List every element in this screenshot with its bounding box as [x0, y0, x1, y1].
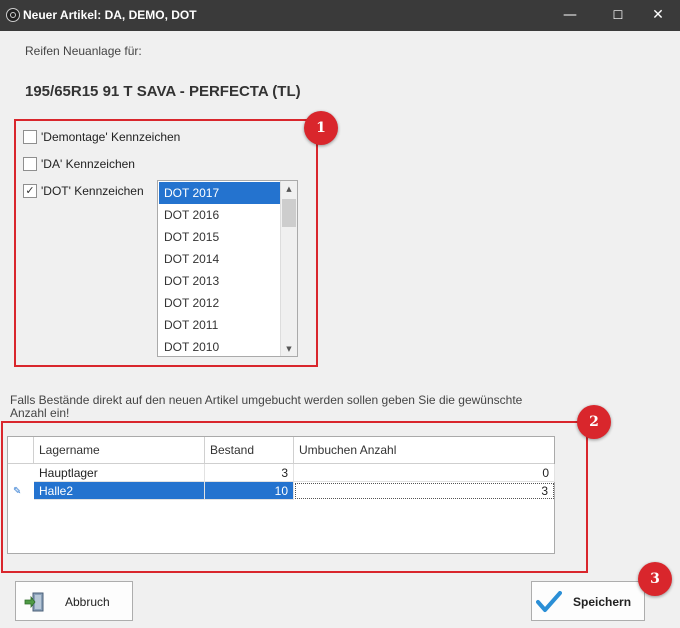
- checkmark-save-icon: [536, 591, 562, 612]
- minimize-button[interactable]: —: [548, 0, 592, 31]
- list-item[interactable]: DOT 2010: [159, 336, 282, 356]
- table-cell-bestand[interactable]: 3: [205, 464, 294, 482]
- checkbox-box[interactable]: [23, 156, 37, 171]
- badge-3: 3: [638, 562, 672, 596]
- checkbox-dot[interactable]: ✓ 'DOT' Kennzeichen: [23, 182, 144, 199]
- checkbox-label: 'DOT' Kennzeichen: [41, 183, 144, 198]
- close-button[interactable]: ✕: [636, 0, 680, 31]
- badge-1: 1: [304, 111, 338, 145]
- list-scrollbar[interactable]: ▲ ▼: [280, 181, 297, 356]
- badge-2: 2: [577, 405, 611, 439]
- table-cell-umbuchen[interactable]: 0: [294, 464, 555, 482]
- checkbox-box-checked[interactable]: ✓: [23, 183, 37, 198]
- title-bar: Neuer Artikel: DA, DEMO, DOT — ☐ ✕: [0, 0, 680, 31]
- checkmark-icon: ✓: [25, 183, 35, 197]
- list-item[interactable]: DOT 2017: [159, 182, 282, 204]
- column-header-bestand[interactable]: Bestand: [205, 437, 294, 464]
- app-icon: [6, 8, 20, 22]
- scroll-down-icon[interactable]: ▼: [281, 342, 297, 356]
- table-cell-name[interactable]: Hauptlager: [34, 464, 205, 482]
- cancel-button-label: Abbruch: [65, 595, 110, 609]
- list-item[interactable]: DOT 2014: [159, 248, 282, 270]
- column-header-lagername[interactable]: Lagername: [34, 437, 205, 464]
- window-title: Neuer Artikel: DA, DEMO, DOT: [23, 8, 197, 22]
- checkbox-box[interactable]: [23, 129, 37, 144]
- list-item[interactable]: DOT 2015: [159, 226, 282, 248]
- checkbox-da[interactable]: 'DA' Kennzeichen: [23, 155, 135, 172]
- subtitle-label: Reifen Neuanlage für:: [25, 44, 142, 58]
- pencil-icon: ✎: [13, 486, 22, 497]
- table-cell-bestand-selected[interactable]: 10: [205, 482, 294, 500]
- maximize-button[interactable]: ☐: [596, 0, 640, 31]
- list-item[interactable]: DOT 2012: [159, 292, 282, 314]
- save-button-label: Speichern: [573, 595, 632, 609]
- checkbox-demontage[interactable]: 'Demontage' Kennzeichen: [23, 128, 180, 145]
- row-indicator-header: [8, 437, 34, 464]
- umbuchen-edit-field[interactable]: 3: [295, 483, 554, 499]
- list-item[interactable]: DOT 2013: [159, 270, 282, 292]
- list-item[interactable]: DOT 2011: [159, 314, 282, 336]
- list-item[interactable]: DOT 2016: [159, 204, 282, 226]
- cancel-button[interactable]: Abbruch: [15, 581, 133, 621]
- info-text: Falls Bestände direkt auf den neuen Arti…: [10, 393, 523, 420]
- checkbox-label: 'Demontage' Kennzeichen: [41, 129, 181, 144]
- scrollbar-thumb[interactable]: [282, 199, 296, 227]
- save-button[interactable]: Speichern: [531, 581, 645, 621]
- scroll-up-icon[interactable]: ▲: [281, 182, 297, 196]
- dot-year-list[interactable]: DOT 2017 DOT 2016 DOT 2015 DOT 2014 DOT …: [157, 180, 298, 357]
- product-title: 195/65R15 91 T SAVA - PERFECTA (TL): [25, 83, 301, 100]
- column-header-umbuchen[interactable]: Umbuchen Anzahl: [294, 437, 554, 464]
- stock-table[interactable]: Lagername Bestand Umbuchen Anzahl Hauptl…: [7, 436, 555, 554]
- exit-door-icon: [24, 592, 44, 612]
- checkbox-label: 'DA' Kennzeichen: [41, 156, 135, 171]
- table-cell-name-selected[interactable]: Halle2: [34, 482, 205, 500]
